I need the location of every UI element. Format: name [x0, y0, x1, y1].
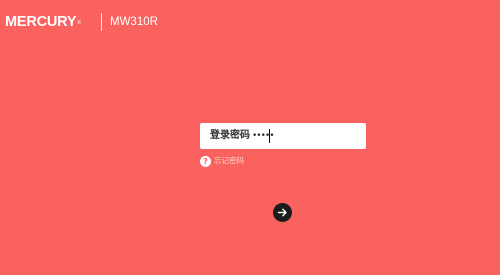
- arrow-right-icon: [277, 208, 287, 217]
- brand-name: MERCURY: [5, 14, 77, 30]
- login-box: 登录密码: [200, 123, 366, 149]
- login-submit-button[interactable]: [273, 203, 292, 222]
- help-icon: ?: [200, 155, 211, 167]
- password-input[interactable]: [250, 127, 364, 145]
- registered-mark: ®: [77, 20, 81, 26]
- text-cursor: [269, 129, 270, 143]
- model-name: MW310R: [110, 16, 158, 28]
- header: MERCURY® MW310R: [0, 0, 500, 40]
- forgot-password-link[interactable]: ? 忘记密码: [200, 154, 244, 168]
- header-divider: [101, 13, 102, 31]
- mercury-logo: MERCURY®: [5, 14, 81, 30]
- password-label: 登录密码: [210, 130, 250, 141]
- forgot-password-label: 忘记密码: [214, 156, 244, 165]
